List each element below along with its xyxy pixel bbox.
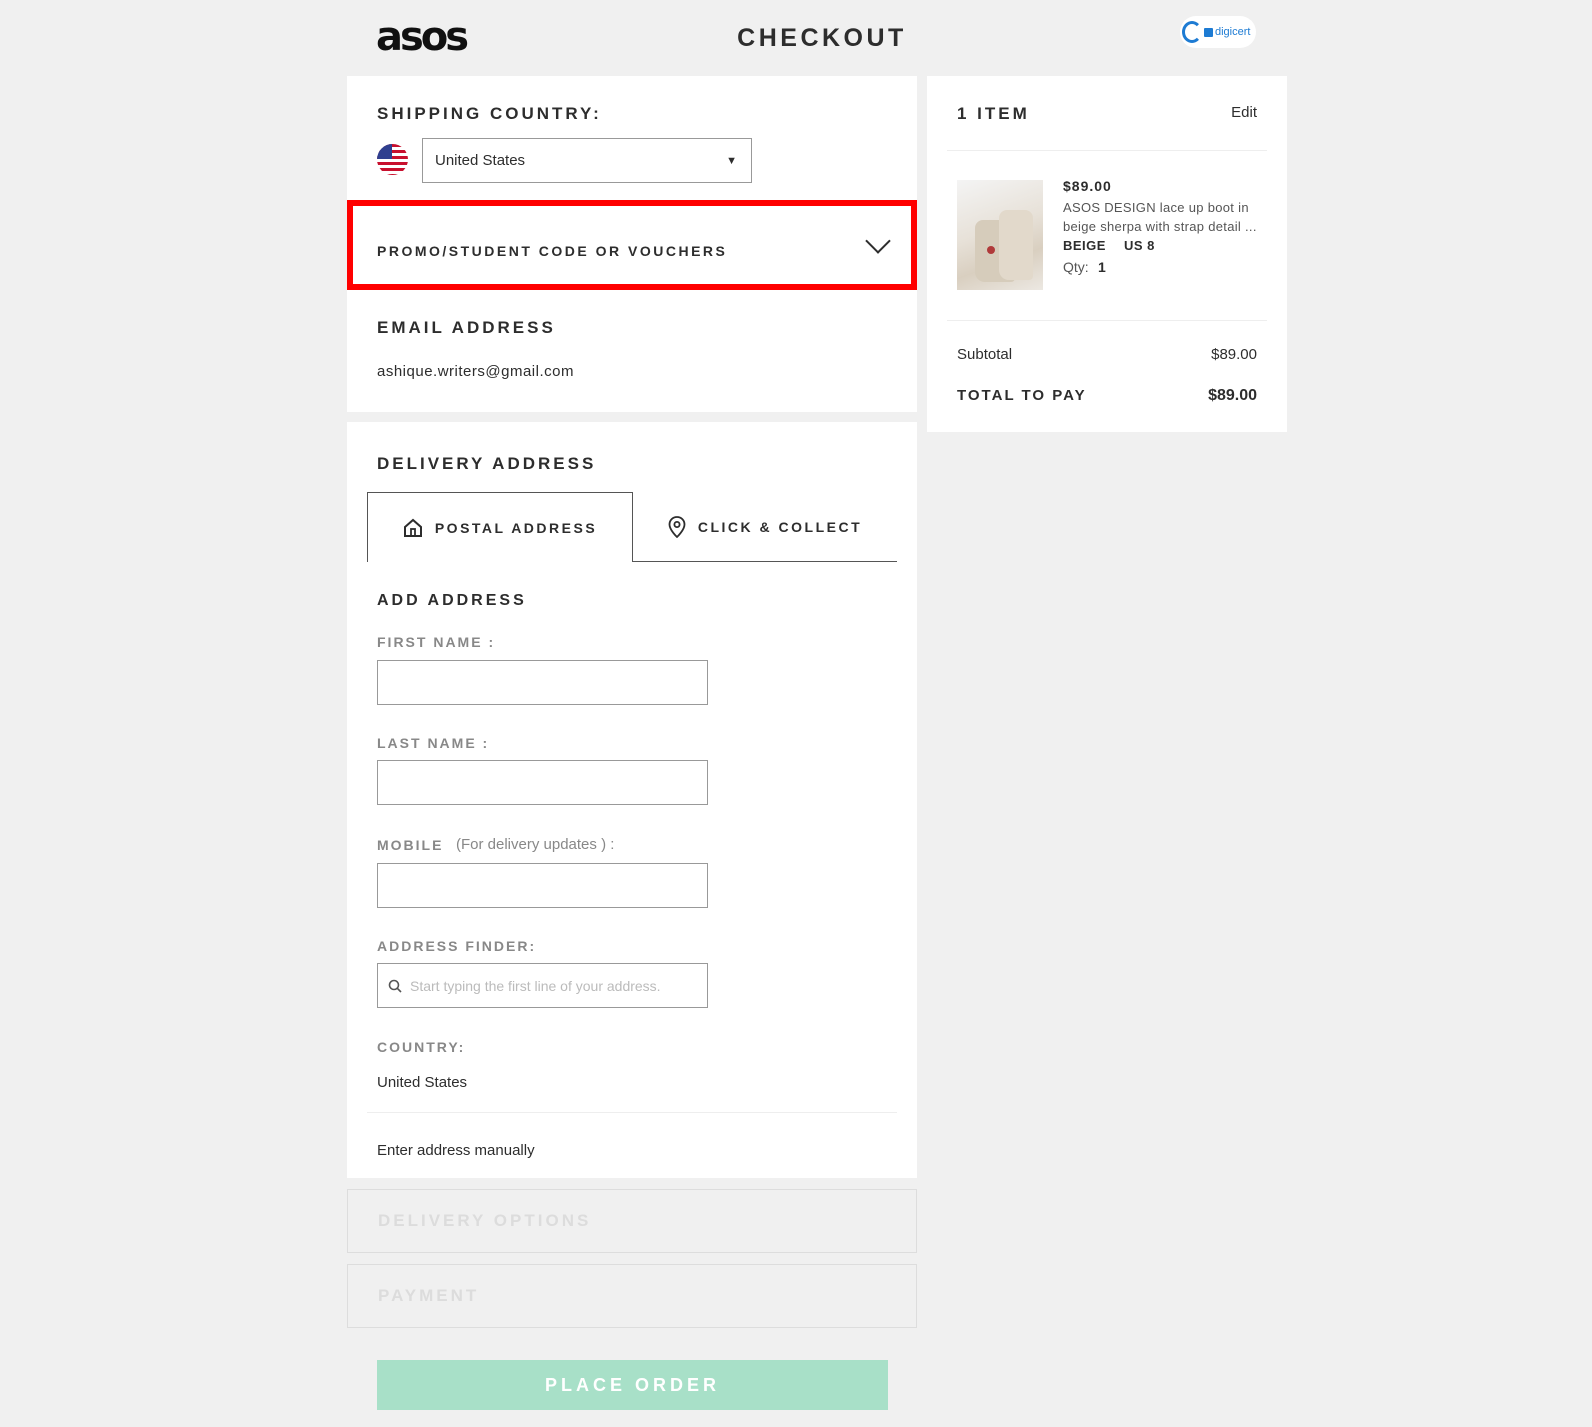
last-name-field[interactable]: [377, 760, 708, 805]
country-value: United States: [377, 1074, 468, 1091]
item-count-heading: 1 ITEM: [957, 104, 1030, 123]
item-size: US 8: [1124, 238, 1155, 253]
total-value: $89.00: [1208, 387, 1257, 404]
product-image[interactable]: [957, 180, 1043, 290]
country-select[interactable]: United States ▼: [422, 138, 752, 183]
tab-click-collect-label: CLICK & COLLECT: [697, 518, 863, 535]
delivery-options-section: DELIVERY OPTIONS: [347, 1189, 917, 1253]
promo-code-label: PROMO/STUDENT CODE OR VOUCHERS: [377, 243, 728, 259]
us-flag-icon: [377, 144, 408, 175]
tab-postal-address-label: POSTAL ADDRESS: [434, 519, 598, 536]
item-name-line2: beige sherpa with strap detail ...: [1063, 219, 1257, 234]
subtotal-value: $89.00: [1211, 346, 1257, 363]
mobile-field[interactable]: [377, 863, 708, 908]
last-name-label: LAST NAME :: [377, 735, 490, 751]
item-qty-label: Qty:: [1063, 259, 1089, 275]
mobile-hint: (For delivery updates ) :: [456, 836, 615, 853]
place-order-button[interactable]: PLACE ORDER: [377, 1360, 888, 1410]
email-heading: EMAIL ADDRESS: [377, 318, 556, 337]
shipping-country-heading: SHIPPING COUNTRY:: [377, 104, 602, 123]
divider: [367, 1112, 897, 1113]
first-name-field[interactable]: [377, 660, 708, 705]
item-name-line1: ASOS DESIGN lace up boot in: [1063, 200, 1249, 215]
tab-postal-address[interactable]: POSTAL ADDRESS: [367, 492, 633, 562]
digicert-badge: digicert: [1180, 16, 1256, 48]
edit-link[interactable]: Edit: [1231, 104, 1257, 121]
item-qty: 1: [1098, 259, 1106, 275]
add-address-heading: ADD ADDRESS: [377, 592, 527, 609]
delivery-address-panel: DELIVERY ADDRESS POSTAL ADDRESS CLICK & …: [347, 422, 917, 1178]
delivery-options-heading: DELIVERY OPTIONS: [378, 1211, 592, 1230]
search-icon: [388, 979, 402, 993]
promo-code-toggle[interactable]: PROMO/STUDENT CODE OR VOUCHERS: [347, 200, 917, 290]
item-price: $89.00: [1063, 178, 1112, 194]
digicert-ring-icon: [1182, 21, 1202, 43]
chevron-down-icon: [865, 228, 891, 254]
page-title: CHECKOUT: [737, 24, 907, 52]
total-label: TOTAL TO PAY: [957, 387, 1087, 404]
tab-click-collect[interactable]: CLICK & COLLECT: [633, 492, 897, 562]
first-name-label: FIRST NAME :: [377, 634, 496, 650]
address-finder-input[interactable]: Start typing the first line of your addr…: [377, 963, 708, 1008]
digicert-label: digicert: [1215, 26, 1251, 38]
location-pin-icon: [668, 515, 686, 538]
shipping-panel: SHIPPING COUNTRY: United States ▼ PROMO/…: [347, 76, 917, 412]
payment-heading: PAYMENT: [378, 1286, 480, 1305]
enter-address-manually-link[interactable]: Enter address manually: [377, 1142, 535, 1159]
asos-logo[interactable]: asos: [376, 14, 469, 60]
country-label: COUNTRY:: [377, 1039, 466, 1055]
divider: [947, 150, 1267, 151]
payment-section: PAYMENT: [347, 1264, 917, 1328]
order-summary-panel: 1 ITEM Edit $89.00 ASOS DESIGN lace up b…: [927, 76, 1287, 432]
delivery-address-heading: DELIVERY ADDRESS: [377, 454, 597, 473]
item-color: BEIGE: [1063, 238, 1106, 253]
product-image-detail: [987, 246, 995, 254]
country-select-value: United States: [435, 152, 526, 169]
product-image-boot: [999, 210, 1033, 280]
subtotal-label: Subtotal: [957, 346, 1013, 363]
address-finder-label: ADDRESS FINDER:: [377, 938, 537, 954]
chevron-down-icon: ▼: [726, 154, 737, 167]
mobile-label: MOBILE: [377, 837, 444, 853]
email-value: ashique.writers@gmail.com: [377, 363, 574, 380]
lock-icon: [1204, 27, 1213, 37]
divider: [947, 320, 1267, 321]
address-finder-placeholder: Start typing the first line of your addr…: [410, 977, 661, 994]
house-icon: [403, 518, 422, 537]
